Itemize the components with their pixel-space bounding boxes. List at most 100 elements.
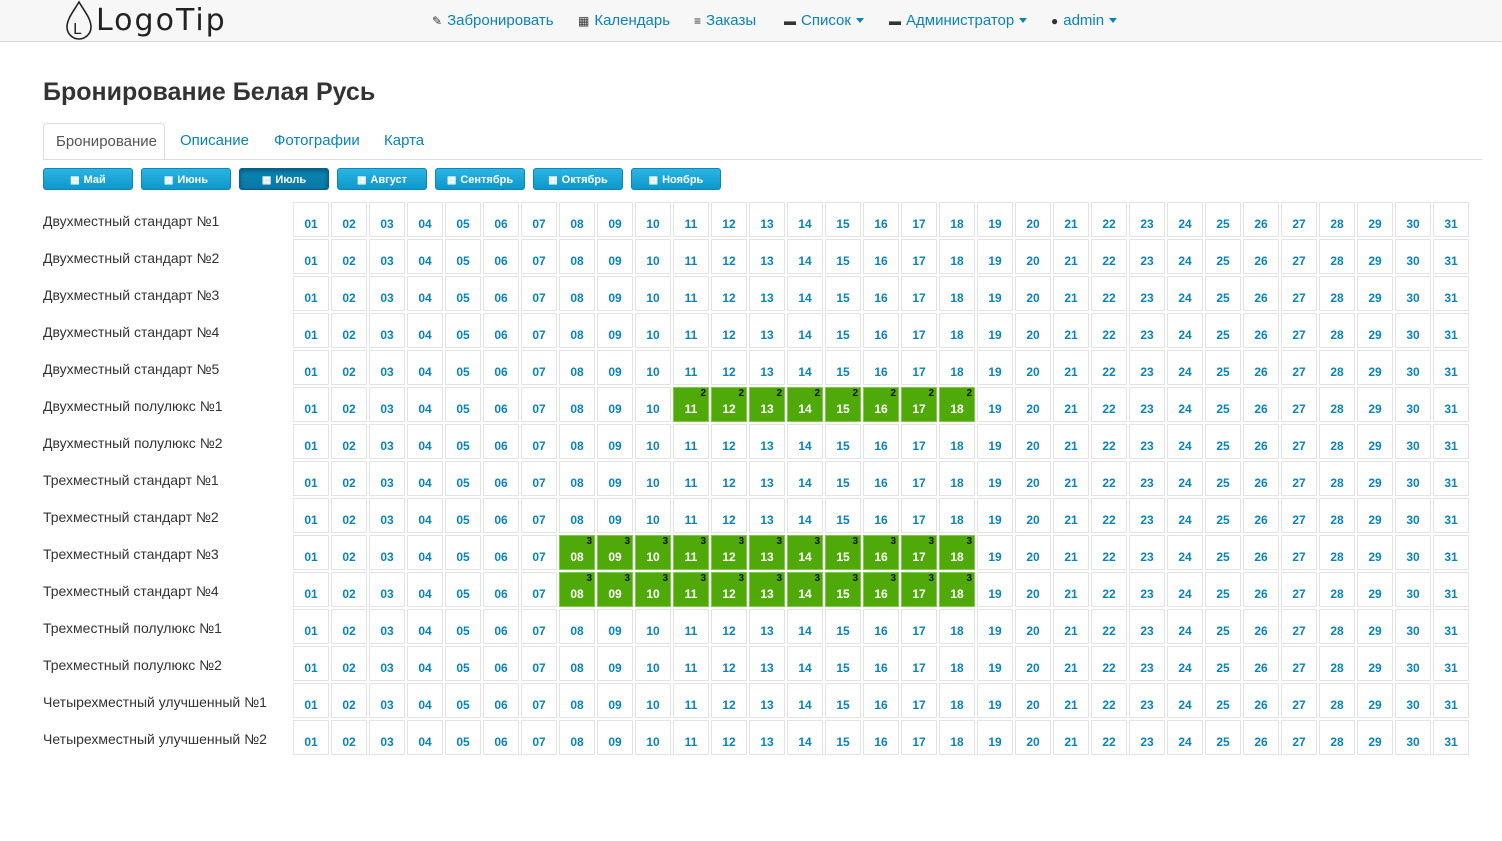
day-cell[interactable]: 16 <box>863 609 899 644</box>
day-cell[interactable]: 28 <box>1319 498 1355 533</box>
day-cell-booked[interactable]: 15 3 <box>825 572 861 607</box>
day-cell[interactable]: 14 <box>787 683 823 718</box>
day-cell[interactable]: 23 <box>1129 276 1165 311</box>
day-cell[interactable]: 02 <box>331 720 367 755</box>
day-cell[interactable]: 25 <box>1205 720 1241 755</box>
day-cell[interactable]: 08 <box>559 461 595 496</box>
day-cell[interactable]: 13 <box>749 239 785 274</box>
day-cell[interactable]: 27 <box>1281 313 1317 348</box>
day-cell[interactable]: 17 <box>901 683 937 718</box>
day-cell[interactable]: 07 <box>521 609 557 644</box>
day-cell[interactable]: 11 <box>673 461 709 496</box>
day-cell[interactable]: 20 <box>1015 387 1051 422</box>
day-cell[interactable]: 30 <box>1395 313 1431 348</box>
day-cell[interactable]: 22 <box>1091 498 1127 533</box>
day-cell[interactable]: 01 <box>293 720 329 755</box>
day-cell[interactable]: 30 <box>1395 720 1431 755</box>
day-cell[interactable]: 01 <box>293 424 329 459</box>
day-cell[interactable]: 07 <box>521 202 557 237</box>
day-cell[interactable]: 30 <box>1395 461 1431 496</box>
day-cell[interactable]: 01 <box>293 646 329 681</box>
day-cell[interactable]: 15 <box>825 720 861 755</box>
day-cell[interactable]: 20 <box>1015 535 1051 570</box>
day-cell[interactable]: 14 <box>787 350 823 385</box>
day-cell[interactable]: 11 <box>673 424 709 459</box>
day-cell[interactable]: 04 <box>407 387 443 422</box>
day-cell[interactable]: 25 <box>1205 276 1241 311</box>
day-cell[interactable]: 30 <box>1395 202 1431 237</box>
day-cell[interactable]: 31 <box>1433 202 1469 237</box>
day-cell[interactable]: 08 <box>559 424 595 459</box>
day-cell[interactable]: 15 <box>825 202 861 237</box>
day-cell[interactable]: 24 <box>1167 424 1203 459</box>
day-cell[interactable]: 26 <box>1243 535 1279 570</box>
day-cell[interactable]: 01 <box>293 239 329 274</box>
day-cell[interactable]: 19 <box>977 239 1013 274</box>
day-cell[interactable]: 10 <box>635 239 671 274</box>
day-cell[interactable]: 19 <box>977 461 1013 496</box>
day-cell-booked[interactable]: 16 2 <box>863 387 899 422</box>
day-cell[interactable]: 25 <box>1205 572 1241 607</box>
day-cell[interactable]: 22 <box>1091 313 1127 348</box>
day-cell[interactable]: 09 <box>597 646 633 681</box>
day-cell[interactable]: 22 <box>1091 350 1127 385</box>
day-cell[interactable]: 25 <box>1205 313 1241 348</box>
day-cell[interactable]: 05 <box>445 276 481 311</box>
day-cell[interactable]: 06 <box>483 646 519 681</box>
day-cell[interactable]: 17 <box>901 313 937 348</box>
day-cell[interactable]: 10 <box>635 202 671 237</box>
day-cell[interactable]: 28 <box>1319 572 1355 607</box>
day-cell[interactable]: 24 <box>1167 461 1203 496</box>
day-cell[interactable]: 28 <box>1319 720 1355 755</box>
day-cell[interactable]: 08 <box>559 498 595 533</box>
day-cell[interactable]: 22 <box>1091 387 1127 422</box>
month-button-4[interactable]: ▦ Сентябрь <box>435 168 525 190</box>
day-cell[interactable]: 23 <box>1129 609 1165 644</box>
month-button-2[interactable]: ▦ Июль <box>239 168 329 190</box>
day-cell[interactable]: 20 <box>1015 720 1051 755</box>
day-cell[interactable]: 04 <box>407 683 443 718</box>
day-cell-booked[interactable]: 18 3 <box>939 535 975 570</box>
day-cell[interactable]: 02 <box>331 572 367 607</box>
day-cell[interactable]: 15 <box>825 313 861 348</box>
day-cell[interactable]: 17 <box>901 276 937 311</box>
day-cell-booked[interactable]: 10 3 <box>635 572 671 607</box>
day-cell[interactable]: 26 <box>1243 350 1279 385</box>
day-cell-booked[interactable]: 17 3 <box>901 572 937 607</box>
day-cell[interactable]: 25 <box>1205 387 1241 422</box>
day-cell-booked[interactable]: 12 3 <box>711 572 747 607</box>
day-cell[interactable]: 04 <box>407 535 443 570</box>
day-cell[interactable]: 17 <box>901 646 937 681</box>
month-button-0[interactable]: ▦ Май <box>43 168 133 190</box>
day-cell[interactable]: 06 <box>483 276 519 311</box>
day-cell[interactable]: 18 <box>939 202 975 237</box>
day-cell[interactable]: 04 <box>407 461 443 496</box>
nav-item-4[interactable]: ▬ Администратор <box>889 0 1028 41</box>
day-cell[interactable]: 16 <box>863 683 899 718</box>
day-cell-booked[interactable]: 13 2 <box>749 387 785 422</box>
day-cell[interactable]: 11 <box>673 498 709 533</box>
day-cell[interactable]: 03 <box>369 387 405 422</box>
day-cell[interactable]: 02 <box>331 609 367 644</box>
day-cell[interactable]: 29 <box>1357 276 1393 311</box>
day-cell[interactable]: 22 <box>1091 572 1127 607</box>
day-cell[interactable]: 15 <box>825 239 861 274</box>
day-cell[interactable]: 23 <box>1129 313 1165 348</box>
day-cell[interactable]: 09 <box>597 350 633 385</box>
day-cell[interactable]: 16 <box>863 313 899 348</box>
day-cell[interactable]: 19 <box>977 498 1013 533</box>
day-cell-booked[interactable]: 11 3 <box>673 535 709 570</box>
day-cell[interactable]: 29 <box>1357 720 1393 755</box>
day-cell[interactable]: 07 <box>521 276 557 311</box>
day-cell-booked[interactable]: 16 3 <box>863 572 899 607</box>
day-cell[interactable]: 04 <box>407 572 443 607</box>
day-cell-booked[interactable]: 08 3 <box>559 572 595 607</box>
month-button-1[interactable]: ▦ Июнь <box>141 168 231 190</box>
day-cell[interactable]: 18 <box>939 461 975 496</box>
day-cell[interactable]: 04 <box>407 202 443 237</box>
day-cell[interactable]: 15 <box>825 609 861 644</box>
day-cell[interactable]: 24 <box>1167 202 1203 237</box>
day-cell[interactable]: 09 <box>597 683 633 718</box>
day-cell[interactable]: 30 <box>1395 572 1431 607</box>
day-cell[interactable]: 24 <box>1167 609 1203 644</box>
